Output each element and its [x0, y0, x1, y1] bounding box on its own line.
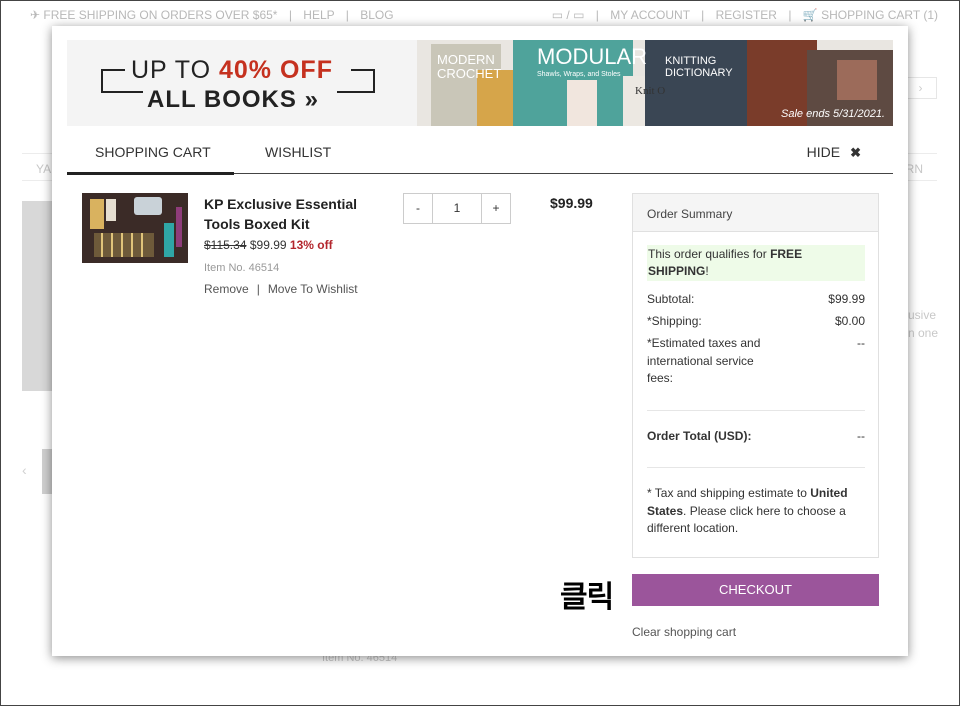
tax-estimate-note: * Tax and shipping estimate to United St…: [647, 486, 848, 535]
order-summary: Order Summary This order qualifies for F…: [632, 193, 879, 558]
svg-text:Shawls, Wraps, and Stoles: Shawls, Wraps, and Stoles: [537, 71, 621, 78]
subtotal-row: Subtotal: $99.99: [647, 291, 865, 309]
banner-line-2: ALL BOOKS »: [147, 86, 319, 113]
cart-icon: 🛒: [802, 8, 818, 22]
svg-text:Knit O: Knit O: [635, 85, 665, 97]
product-actions: Remove | Move To Wishlist: [204, 282, 358, 296]
summary-divider: [647, 410, 865, 411]
background-nav-right[interactable]: RN: [906, 162, 923, 176]
click-annotation: 클릭: [560, 581, 614, 614]
shipping-row: *Shipping: $0.00: [647, 313, 865, 331]
tools-kit-image: [82, 193, 188, 263]
line-total-price: $99.99: [550, 195, 593, 211]
svg-text:MODULAR: MODULAR: [537, 44, 647, 69]
order-total-label: Order Total (USD):: [647, 429, 752, 443]
plane-icon: ✈: [30, 8, 41, 22]
discount-badge: 13% off: [289, 238, 333, 252]
quantity-input[interactable]: 1: [432, 194, 482, 223]
sale-end-note: Sale ends 5/31/2021.: [781, 108, 885, 120]
tab-shopping-cart[interactable]: SHOPPING CART: [95, 144, 211, 160]
move-to-wishlist-link[interactable]: Move To Wishlist: [268, 282, 358, 296]
background-description: usive n one: [908, 308, 939, 340]
quantity-decrease-button[interactable]: -: [404, 194, 432, 223]
shipping-label: *Shipping:: [647, 314, 702, 328]
help-link[interactable]: HELP: [303, 8, 334, 22]
tax-label: *Estimated taxes and international servi…: [647, 336, 761, 385]
background-topbar-right: ▭ / ▭ | MY ACCOUNT | REGISTER | 🛒 SHOPPI…: [551, 8, 938, 22]
tax-value: --: [857, 336, 865, 350]
remove-link[interactable]: Remove: [204, 282, 249, 296]
product-prices: $115.34 $99.99 13% off: [204, 238, 333, 252]
svg-text:MODERN: MODERN: [437, 52, 495, 67]
clear-cart-link[interactable]: Clear shopping cart: [632, 625, 736, 639]
background-search-button[interactable]: ›: [905, 77, 937, 99]
cart-modal: UP TO 40% OFF ALL BOOKS » MODERN CROCHET…: [52, 26, 908, 656]
subtotal-value: $99.99: [828, 292, 865, 306]
order-summary-title: Order Summary: [633, 194, 878, 232]
item-number: Item No. 46514: [204, 262, 280, 274]
shopping-cart-link[interactable]: SHOPPING CART (1): [821, 8, 938, 22]
free-shipping-text: FREE SHIPPING ON ORDERS OVER $65*: [43, 8, 278, 22]
background-topbar: ✈ FREE SHIPPING ON ORDERS OVER $65* | HE…: [0, 0, 960, 28]
free-shipping-notice: This order qualifies for FREE SHIPPING!: [647, 245, 865, 281]
svg-text:CROCHET: CROCHET: [437, 66, 501, 81]
background-nav-left[interactable]: YA: [36, 162, 51, 176]
tab-wishlist[interactable]: WISHLIST: [265, 144, 331, 160]
svg-text:KNITTING: KNITTING: [665, 55, 716, 67]
checkout-button[interactable]: CHECKOUT: [632, 574, 879, 606]
shipping-value: $0.00: [834, 314, 865, 328]
product-thumbnail[interactable]: [82, 193, 188, 263]
sale-price: $99.99: [249, 238, 287, 252]
product-name[interactable]: KP Exclusive Essential Tools Boxed Kit: [204, 194, 384, 234]
change-location-link[interactable]: click here: [730, 504, 781, 518]
summary-divider: [647, 467, 865, 468]
flags-icon[interactable]: ▭ / ▭: [552, 8, 585, 22]
quantity-stepper: - 1 +: [403, 193, 511, 224]
active-tab-indicator: [67, 172, 234, 175]
tax-row: *Estimated taxes and international servi…: [647, 335, 865, 388]
order-total-value: --: [857, 429, 865, 443]
register-link[interactable]: REGISTER: [716, 8, 777, 22]
hide-label: HIDE: [806, 144, 841, 160]
background-product-image: [22, 201, 54, 391]
hide-button[interactable]: HIDE ✖: [807, 144, 861, 161]
chevron-left-icon[interactable]: ‹: [22, 462, 27, 478]
promo-banner[interactable]: UP TO 40% OFF ALL BOOKS » MODERN CROCHET…: [67, 40, 893, 126]
cart-tabs: SHOPPING CART WISHLIST HIDE ✖: [67, 136, 893, 175]
my-account-link[interactable]: MY ACCOUNT: [610, 8, 690, 22]
background-topbar-left: ✈ FREE SHIPPING ON ORDERS OVER $65* | HE…: [30, 8, 394, 22]
order-total-row: Order Total (USD): --: [647, 428, 865, 446]
subtotal-label: Subtotal:: [647, 292, 695, 306]
banner-headline: UP TO 40% OFF ALL BOOKS »: [101, 56, 375, 113]
banner-line-1: UP TO 40% OFF: [131, 56, 333, 84]
close-icon: ✖: [850, 145, 861, 160]
svg-text:DICTIONARY: DICTIONARY: [665, 67, 733, 79]
quantity-increase-button[interactable]: +: [482, 194, 510, 223]
original-price: $115.34: [204, 238, 247, 252]
blog-link[interactable]: BLOG: [360, 8, 393, 22]
banner-books-image: MODERN CROCHET MODULAR Shawls, Wraps, an…: [417, 40, 893, 126]
